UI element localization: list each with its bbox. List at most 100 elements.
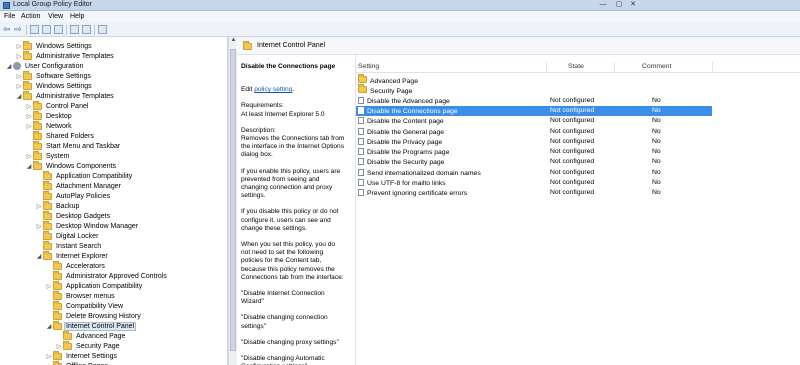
policy-row[interactable]: Disable the Programs page Not configured N… — [356, 147, 712, 157]
tree-item[interactable]: ◢ User Configuration — [5, 61, 84, 71]
policy-row[interactable]: Use UTF-8 for mailto links Not configured… — [356, 178, 712, 188]
tree-item[interactable]: ▷ Administrative Templates — [15, 50, 115, 61]
column-header-comment[interactable]: Comment — [642, 63, 671, 70]
description-paragraph: "Disable changing proxy settings" — [241, 338, 339, 346]
tree-item[interactable]: ▷ System — [25, 150, 70, 161]
tree-item[interactable]: ▷ Application Compatibility — [45, 280, 143, 291]
policy-setting-link[interactable]: policy setting — [254, 86, 292, 93]
expand-arrow-icon[interactable]: ▷ — [15, 43, 23, 50]
expand-arrow-icon[interactable]: ▷ — [45, 353, 53, 360]
tree-item[interactable]: ◢ Internet Explorer — [35, 250, 109, 261]
tree-item[interactable]: Accelerators — [45, 260, 106, 271]
tree-item[interactable]: ◢ Administrative Templates — [15, 90, 115, 101]
expand-arrow-icon[interactable]: ▷ — [15, 83, 23, 90]
list-folder-row[interactable]: Security Page — [356, 84, 712, 95]
menu-file[interactable]: File — [4, 13, 15, 20]
collapse-arrow-icon[interactable]: ◢ — [35, 253, 43, 260]
export-list-icon[interactable] — [54, 25, 63, 34]
tree-item[interactable]: ▷ Network — [25, 120, 73, 131]
tree-item[interactable]: Digital Locker — [35, 230, 99, 241]
tree-item[interactable]: Delete Browsing History — [45, 310, 142, 321]
column-separator[interactable] — [712, 62, 713, 72]
expand-arrow-icon[interactable]: ▷ — [25, 153, 33, 160]
menu-view[interactable]: View — [48, 13, 63, 20]
column-separator[interactable] — [546, 62, 547, 72]
tree-item[interactable]: Instant Search — [35, 240, 102, 251]
tree-item[interactable]: ◢ Internet Control Panel — [45, 320, 137, 331]
up-folder-icon[interactable] — [30, 25, 39, 34]
back-icon[interactable]: ⇦ — [3, 25, 12, 34]
tree-item[interactable]: Compatibility View — [45, 300, 124, 311]
expand-arrow-icon[interactable]: ▷ — [55, 343, 63, 350]
help-icon[interactable] — [70, 25, 79, 34]
policy-row[interactable]: Disable the Connections page Not configur… — [356, 105, 712, 116]
tree-item-label: User Configuration — [25, 62, 84, 70]
tree-item[interactable]: Browser menus — [45, 290, 116, 301]
policy-row[interactable]: Disable the Advanced page Not configured N… — [356, 96, 712, 106]
properties-icon[interactable] — [82, 25, 91, 34]
menu-action[interactable]: Action — [21, 13, 40, 20]
tree-item[interactable]: ▷ Security Page — [55, 340, 121, 351]
forward-icon[interactable]: ⇨ — [14, 25, 23, 34]
policy-comment: No — [652, 168, 661, 176]
minimize-button[interactable]: — — [596, 0, 610, 9]
policy-description: Disable the Connections page Edit policy… — [237, 55, 350, 365]
column-separator[interactable] — [614, 62, 615, 72]
tree-item-label: Administrator Approved Controls — [66, 272, 167, 280]
filter-icon[interactable] — [98, 25, 107, 34]
tree-item[interactable]: ▷ Desktop — [25, 110, 73, 121]
tree-item[interactable]: ▷ Backup — [35, 200, 80, 211]
show-hide-tree-icon[interactable] — [42, 25, 51, 34]
tree-item[interactable]: Application Compatibility — [35, 170, 133, 181]
maximize-button[interactable]: ▢ — [612, 0, 626, 9]
tree-item[interactable]: ▷ Software Settings — [15, 70, 92, 81]
tree-item[interactable]: Offline Pages — [45, 360, 109, 365]
column-header-setting[interactable]: Setting — [358, 63, 379, 70]
tree-item[interactable]: Desktop Gadgets — [35, 210, 111, 221]
policy-row[interactable]: Prevent ignoring certificate errors Not c… — [356, 188, 712, 198]
tree-item[interactable]: AutoPlay Policies — [35, 190, 111, 201]
tree-item[interactable]: Shared Folders — [25, 130, 95, 141]
user-config-icon — [13, 62, 21, 70]
policy-row[interactable]: Disable the General page Not configured No — [356, 127, 712, 137]
list-folder-row[interactable]: Advanced Page — [356, 74, 712, 85]
tree-item[interactable]: ▷ Internet Settings — [45, 350, 118, 361]
expand-arrow-icon[interactable]: ▷ — [15, 53, 23, 60]
tree-scrollbar[interactable]: ▲ — [228, 37, 237, 365]
app-icon — [3, 2, 10, 9]
policy-row[interactable]: Disable the Content page Not configured No — [356, 116, 712, 126]
expand-arrow-icon[interactable]: ▷ — [45, 283, 53, 290]
tree-item[interactable]: Start Menu and Taskbar — [25, 140, 121, 151]
tree-item[interactable]: ▷ Control Panel — [25, 100, 89, 111]
expand-arrow-icon[interactable]: ▷ — [25, 103, 33, 110]
tree-item[interactable]: ▷ Windows Settings — [15, 80, 93, 91]
folder-icon — [33, 110, 42, 120]
folder-icon — [33, 100, 42, 110]
expand-arrow-icon[interactable]: ▷ — [25, 123, 33, 130]
tree-item[interactable]: Administrator Approved Controls — [45, 270, 168, 281]
tree-item[interactable]: ▷ Windows Settings — [15, 40, 93, 51]
collapse-arrow-icon[interactable]: ◢ — [25, 163, 33, 170]
header-divider — [356, 72, 800, 73]
policy-row[interactable]: Disable the Security page Not configured N… — [356, 157, 712, 167]
tree-item[interactable]: Advanced Page — [55, 330, 126, 341]
expand-arrow-icon[interactable]: ▷ — [35, 223, 43, 230]
policy-setting-name: Prevent ignoring certificate errors — [367, 190, 468, 198]
expand-arrow-icon[interactable]: ▷ — [15, 73, 23, 80]
close-button[interactable]: ✕ — [628, 0, 638, 9]
tree-item[interactable]: ◢ Windows Components — [25, 160, 117, 171]
tree-item[interactable]: ▷ Desktop Window Manager — [35, 220, 139, 231]
tree-item[interactable]: Attachment Manager — [35, 180, 122, 191]
column-header-state[interactable]: State — [568, 63, 584, 70]
scrollbar-thumb[interactable] — [230, 49, 236, 351]
collapse-arrow-icon[interactable]: ◢ — [45, 323, 53, 330]
policy-row[interactable]: Send internationalized domain names Not c… — [356, 168, 712, 178]
tree-item-label: Accelerators — [66, 262, 105, 270]
collapse-arrow-icon[interactable]: ◢ — [15, 93, 23, 100]
collapse-arrow-icon[interactable]: ◢ — [5, 63, 13, 70]
expand-arrow-icon[interactable]: ▷ — [35, 203, 43, 210]
policy-row[interactable]: Disable the Privacy page Not configured No — [356, 137, 712, 147]
expand-arrow-icon[interactable]: ▷ — [25, 113, 33, 120]
menu-help[interactable]: Help — [70, 13, 84, 20]
tree-item-label: Compatibility View — [66, 302, 124, 310]
